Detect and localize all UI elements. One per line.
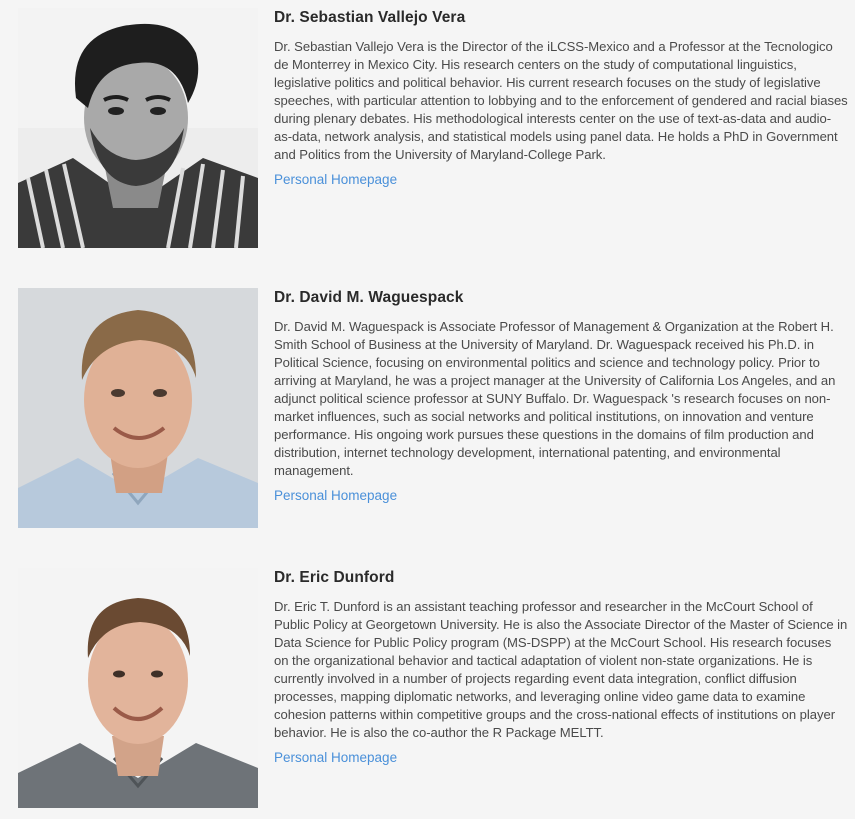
person-content: Dr. Eric Dunford Dr. Eric T. Dunford is … xyxy=(274,568,848,768)
person-name: Dr. Eric Dunford xyxy=(274,569,395,586)
person-photo xyxy=(18,288,258,528)
person-bio: Dr. David M. Waguespack is Associate Pro… xyxy=(274,319,836,478)
person-bio: Dr. Sebastian Vallejo Vera is the Direct… xyxy=(274,39,848,162)
people-list: Dr. Sebastian Vallejo Vera Dr. Sebastian… xyxy=(0,0,855,819)
personal-homepage-link[interactable]: Personal Homepage xyxy=(274,170,397,190)
person-bio: Dr. Eric T. Dunford is an assistant teac… xyxy=(274,599,848,740)
person-photo xyxy=(18,568,258,808)
person-photo xyxy=(18,8,258,248)
person-name: Dr. David M. Waguespack xyxy=(274,289,464,306)
portrait-image xyxy=(18,568,258,808)
person-content: Dr. Sebastian Vallejo Vera Dr. Sebastian… xyxy=(274,8,848,190)
person-name: Dr. Sebastian Vallejo Vera xyxy=(274,9,466,26)
person-content: Dr. David M. Waguespack Dr. David M. Wag… xyxy=(274,288,848,506)
portrait-image xyxy=(18,288,258,528)
personal-homepage-link[interactable]: Personal Homepage xyxy=(274,486,397,506)
personal-homepage-link[interactable]: Personal Homepage xyxy=(274,748,397,768)
portrait-image xyxy=(18,8,258,248)
